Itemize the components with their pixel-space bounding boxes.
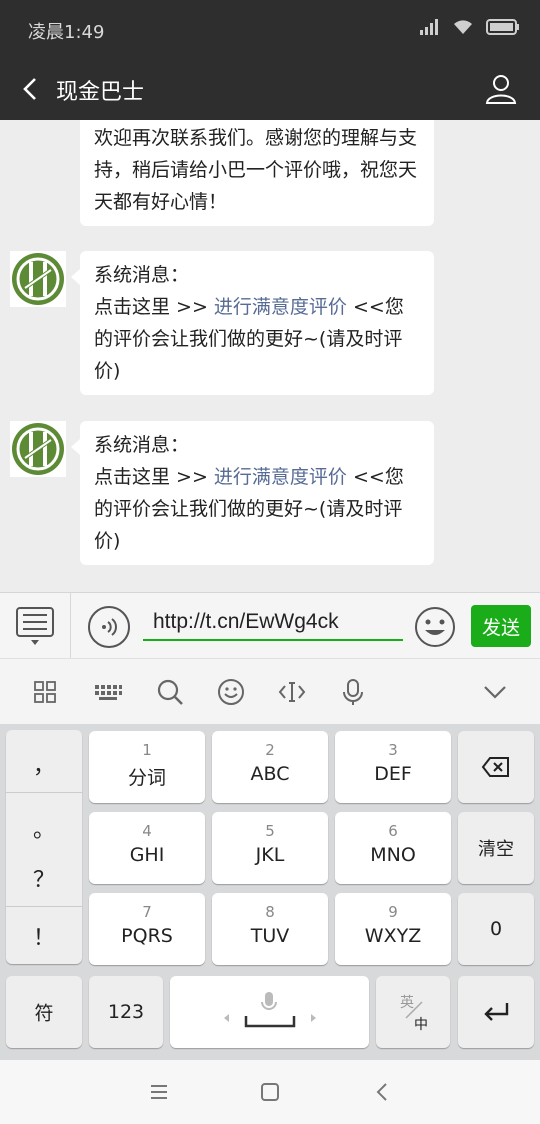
page-title: 现金巴士 xyxy=(56,80,145,105)
key-number: 2 xyxy=(265,741,275,759)
key-9[interactable]: 9 WXYZ xyxy=(335,893,451,965)
key-number: 1 xyxy=(142,741,152,759)
punct-period[interactable]: 。 xyxy=(6,812,82,844)
keyboard-toolbar xyxy=(0,658,540,724)
punctuation-column[interactable]: ， 。 ？ ！ xyxy=(6,730,82,964)
key-letters: PQRS xyxy=(121,925,173,947)
battery-icon xyxy=(486,19,519,35)
key-8[interactable]: 8 TUV xyxy=(212,893,328,965)
message-prefix: 点击这里 >> xyxy=(94,296,214,318)
key-1[interactable]: 1 分词 xyxy=(89,731,205,803)
key-letters: JKL xyxy=(255,844,285,866)
key-number: 5 xyxy=(265,822,275,840)
key-number: 7 xyxy=(142,903,152,921)
backspace-icon xyxy=(481,757,509,777)
zero-label: 0 xyxy=(489,918,503,940)
clear-button[interactable]: 清空 xyxy=(458,812,534,884)
message-bubble: 系统消息： 点击这里 >> 进行满意度评价 <<您的评价会让我们做的更好~(请及… xyxy=(71,421,434,565)
message-heading: 系统消息： xyxy=(94,264,190,286)
key-3[interactable]: 3 DEF xyxy=(335,731,451,803)
voice-button[interactable] xyxy=(88,606,130,648)
numbers-button[interactable]: 123 xyxy=(89,976,163,1048)
key-number: 4 xyxy=(142,822,152,840)
key-0[interactable]: 0 xyxy=(458,893,534,965)
chat-area[interactable]: 欢迎再次联系我们。感谢您的理解与支持，稍后请给小巴一个评价哦，祝您天天都有好心情… xyxy=(0,120,540,592)
numbers-label: 123 xyxy=(107,1001,145,1023)
key-5[interactable]: 5 JKL xyxy=(212,812,328,884)
enter-button[interactable] xyxy=(458,976,534,1048)
clear-label: 清空 xyxy=(478,839,514,860)
enter-icon xyxy=(484,1003,509,1021)
message-prefix: 点击这里 >> xyxy=(94,466,214,488)
signal-icon xyxy=(420,19,438,35)
voice-icon xyxy=(102,618,117,636)
wifi-icon xyxy=(454,20,472,34)
message-input[interactable] xyxy=(143,605,403,641)
message-bubble: 欢迎再次联系我们。感谢您的理解与支持，稍后请给小巴一个评价哦，祝您天天都有好心情… xyxy=(80,120,434,226)
punct-comma[interactable]: ， xyxy=(6,748,82,780)
key-letters: TUV xyxy=(250,925,290,947)
key-2[interactable]: 2 ABC xyxy=(212,731,328,803)
input-bar: 发送 xyxy=(0,592,540,659)
send-button[interactable]: 发送 xyxy=(471,605,531,647)
space-bar-icon xyxy=(224,1014,316,1028)
divider xyxy=(6,906,82,907)
evaluate-link[interactable]: 进行满意度评价 xyxy=(214,466,347,488)
message-body: 点击这里 >> 进行满意度评价 <<您的评价会让我们做的更好~(请及时评价) xyxy=(94,291,420,387)
home-icon[interactable] xyxy=(258,1080,282,1104)
message-heading: 系统消息： xyxy=(94,434,190,456)
message-text: 欢迎再次联系我们。感谢您的理解与支持，稍后请给小巴一个评价哦，祝您天天都有好心情… xyxy=(94,127,418,213)
emoji-icon[interactable] xyxy=(414,606,456,648)
key-letters: ABC xyxy=(250,763,290,785)
key-letters: 分词 xyxy=(127,767,166,789)
space-button[interactable] xyxy=(170,976,369,1048)
back-icon[interactable] xyxy=(370,1080,394,1104)
profile-icon[interactable] xyxy=(484,72,518,106)
key-letters: WXYZ xyxy=(364,925,422,947)
message-bubble: 系统消息： 点击这里 >> 进行满意度评价 <<您的评价会让我们做的更好~(请及… xyxy=(71,251,434,395)
microphone-icon[interactable] xyxy=(338,677,368,707)
symbols-button[interactable]: 符 xyxy=(6,976,82,1048)
divider xyxy=(6,792,82,793)
key-4[interactable]: 4 GHI xyxy=(89,812,205,884)
divider xyxy=(70,593,71,659)
key-number: 6 xyxy=(388,822,398,840)
avatar[interactable] xyxy=(10,421,66,477)
key-letters: MNO xyxy=(370,844,416,866)
key-6[interactable]: 6 MNO xyxy=(335,812,451,884)
chat-header: 现金巴士 xyxy=(0,58,540,120)
symbols-label: 符 xyxy=(34,1002,54,1025)
key-number: 3 xyxy=(388,741,398,759)
grid-icon[interactable] xyxy=(30,677,60,707)
key-number: 9 xyxy=(388,903,398,921)
system-nav-bar xyxy=(0,1060,540,1124)
evaluate-link[interactable]: 进行满意度评价 xyxy=(214,296,347,318)
menu-list-icon[interactable] xyxy=(12,603,58,649)
key-number: 8 xyxy=(265,903,275,921)
avatar[interactable] xyxy=(10,251,66,307)
lang-zh-label: 中 xyxy=(414,1017,428,1033)
language-toggle-button[interactable]: 英 中 xyxy=(376,976,450,1048)
punct-exclaim[interactable]: ！ xyxy=(6,920,82,952)
message-body: 点击这里 >> 进行满意度评价 <<您的评价会让我们做的更好~(请及时评价) xyxy=(94,461,420,557)
key-letters: DEF xyxy=(374,763,412,785)
status-bar: 凌晨1:49 xyxy=(0,0,540,58)
search-icon[interactable] xyxy=(155,677,185,707)
cursor-move-icon[interactable] xyxy=(277,677,307,707)
logo-icon xyxy=(12,253,64,305)
keyboard-icon[interactable] xyxy=(93,677,123,707)
key-7[interactable]: 7 PQRS xyxy=(89,893,205,965)
menu-icon[interactable] xyxy=(147,1080,171,1104)
chevron-down-icon[interactable] xyxy=(480,677,510,707)
key-letters: GHI xyxy=(129,844,165,866)
backspace-button[interactable] xyxy=(458,731,534,803)
back-arrow-icon[interactable] xyxy=(16,74,46,104)
punct-question[interactable]: ？ xyxy=(6,862,82,894)
emoji-icon[interactable] xyxy=(216,677,246,707)
status-icons xyxy=(418,18,520,36)
logo-icon xyxy=(12,423,64,475)
keyboard: ， 。 ？ ！ 1 分词 2 ABC 3 DEF 4 GHI 5 JKL 6 MNO 清空 … xyxy=(0,724,540,1060)
status-time: 凌晨1:49 xyxy=(28,22,105,43)
